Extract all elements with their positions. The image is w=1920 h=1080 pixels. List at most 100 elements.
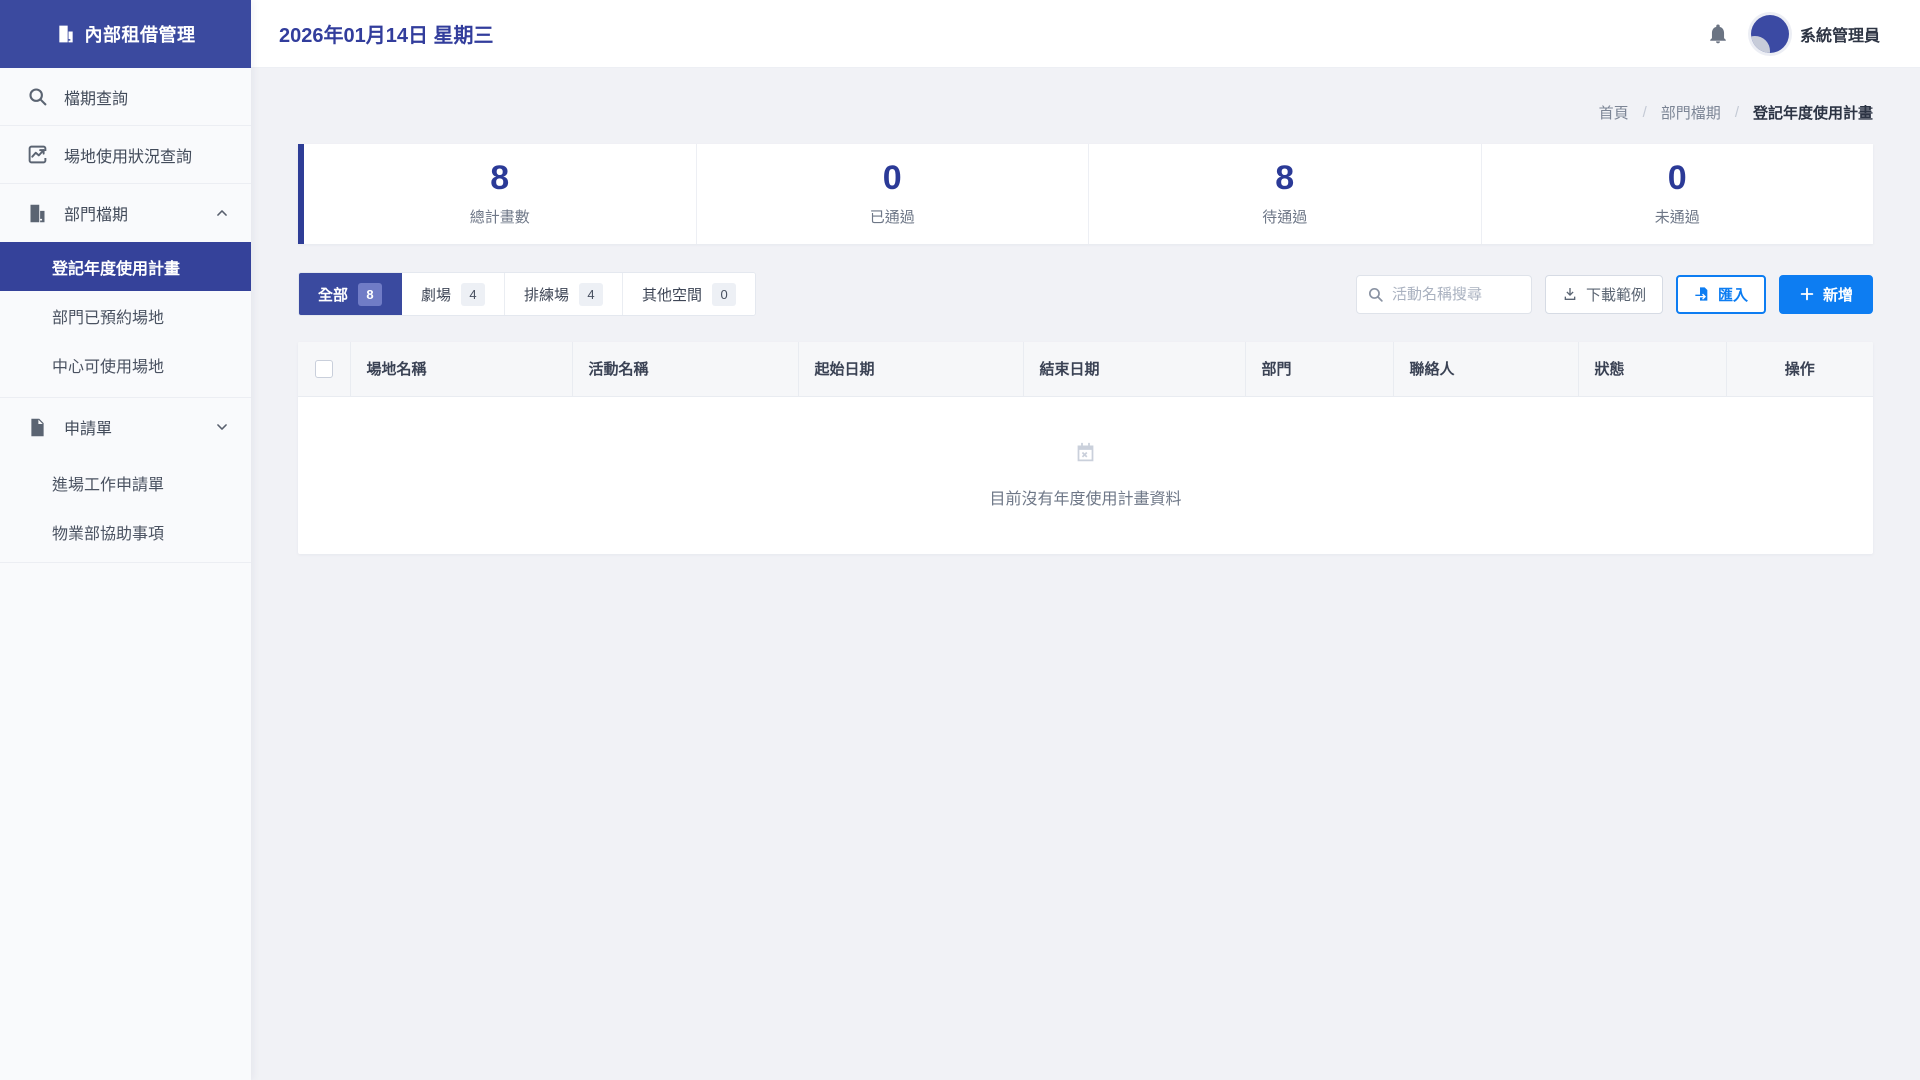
stat-label: 待通過 [1262,206,1307,227]
breadcrumb-department-schedule[interactable]: 部門檔期 [1661,102,1721,123]
sidebar-item-label: 申請單 [64,415,112,439]
avatar [1751,15,1789,53]
search-box [1356,275,1532,314]
tab-count-badge: 0 [712,283,736,306]
sidebar-subitem-label: 部門已預約場地 [52,304,164,328]
tab-label: 全部 [318,284,348,305]
download-icon [1562,286,1578,302]
sidebar-nav: 檔期查詢 場地使用狀況查詢 部門檔期 登記年度使用計畫 部門已預約場地 [0,68,251,563]
tab-label: 排練場 [524,284,569,305]
search-icon [1367,286,1384,303]
stat-value: 8 [490,161,509,195]
table-header-row: 場地名稱 活動名稱 起始日期 結束日期 部門 聯絡人 狀態 操作 [298,342,1873,396]
stat-approved: 0 已通過 [697,144,1090,244]
select-all-checkbox[interactable] [315,360,333,378]
sidebar-item-label: 檔期查詢 [64,85,128,109]
sidebar-subitem-label: 登記年度使用計畫 [52,255,180,279]
toolbar: 下載範例 匯入 新增 [1356,275,1873,314]
document-icon [27,417,48,438]
column-header-actions: 操作 [1726,342,1873,396]
tab-theater[interactable]: 劇場 4 [402,273,505,315]
breadcrumb: 首頁 / 部門檔期 / 登記年度使用計畫 [298,102,1873,123]
plus-icon [1799,286,1815,302]
stat-label: 已通過 [870,206,915,227]
user-menu[interactable]: 系統管理員 [1751,15,1880,53]
add-new-button[interactable]: 新增 [1779,275,1873,314]
category-tabs: 全部 8 劇場 4 排練場 4 其他空間 0 [298,272,756,316]
column-header-status: 狀態 [1578,342,1726,396]
add-new-label: 新增 [1823,284,1853,305]
sidebar-subitem-label: 中心可使用場地 [52,353,164,377]
stat-pending: 8 待通過 [1089,144,1482,244]
tab-rehearsal[interactable]: 排練場 4 [505,273,623,315]
column-header-venue: 場地名稱 [350,342,572,396]
sidebar-item-department-schedule[interactable]: 部門檔期 [0,184,251,242]
calendar-x-icon [1075,442,1096,463]
sidebar-item-schedule-search[interactable]: 檔期查詢 [0,68,251,126]
content-area: 首頁 / 部門檔期 / 登記年度使用計畫 8 總計畫數 0 已通過 8 待通過 … [251,68,1920,1080]
current-date: 2026年01月14日 星期三 [279,19,494,48]
tab-other-space[interactable]: 其他空間 0 [623,273,755,315]
stat-total-plans: 8 總計畫數 [304,144,697,244]
tab-count-badge: 8 [358,283,382,306]
sidebar-item-venue-usage[interactable]: 場地使用狀況查詢 [0,126,251,184]
column-header-activity: 活動名稱 [572,342,798,396]
stats-summary-card: 8 總計畫數 0 已通過 8 待通過 0 未通過 [298,144,1873,244]
controls-row: 全部 8 劇場 4 排練場 4 其他空間 0 [298,272,1873,316]
sidebar-subitem-property-assistance[interactable]: 物業部協助事項 [0,507,251,556]
search-input[interactable] [1392,286,1521,303]
stat-value: 0 [1668,161,1687,195]
empty-state: 目前沒有年度使用計畫資料 [298,442,1873,509]
trend-chart-icon [27,144,48,165]
plans-table-card: 場地名稱 活動名稱 起始日期 結束日期 部門 聯絡人 狀態 操作 [298,342,1873,554]
notification-bell-icon[interactable] [1707,23,1729,45]
empty-state-text: 目前沒有年度使用計畫資料 [989,485,1181,509]
download-sample-label: 下載範例 [1586,284,1646,305]
import-label: 匯入 [1718,284,1748,305]
sidebar-subitem-entry-work-application[interactable]: 進場工作申請單 [0,458,251,507]
app-title: 內部租借管理 [85,21,196,47]
tab-all[interactable]: 全部 8 [299,273,402,315]
breadcrumb-current-page: 登記年度使用計畫 [1753,102,1873,123]
sidebar-item-label: 部門檔期 [64,201,128,225]
topbar: 2026年01月14日 星期三 系統管理員 [251,0,1920,68]
import-button[interactable]: 匯入 [1676,275,1766,314]
stat-not-approved: 0 未通過 [1482,144,1874,244]
department-submenu: 登記年度使用計畫 部門已預約場地 中心可使用場地 [0,242,251,398]
sidebar-subitem-annual-plan[interactable]: 登記年度使用計畫 [0,242,251,291]
stat-label: 未通過 [1655,206,1700,227]
stat-label: 總計畫數 [470,206,530,227]
app-logo-header: 內部租借管理 [0,0,251,68]
sidebar: 內部租借管理 檔期查詢 場地使用狀況查詢 部門檔期 登記年度 [0,0,251,1080]
building-icon [56,24,76,44]
topbar-right: 系統管理員 [1707,15,1880,53]
sidebar-subitem-reserved-venues[interactable]: 部門已預約場地 [0,291,251,340]
chevron-down-icon [215,420,229,434]
download-sample-button[interactable]: 下載範例 [1545,275,1663,314]
breadcrumb-separator: / [1735,104,1739,121]
column-header-department: 部門 [1245,342,1393,396]
user-name: 系統管理員 [1800,22,1880,46]
tab-label: 劇場 [421,284,451,305]
sidebar-subitem-label: 進場工作申請單 [52,471,164,495]
tab-count-badge: 4 [461,283,485,306]
tab-count-badge: 4 [579,283,603,306]
building-icon [27,203,48,224]
file-import-icon [1694,286,1710,302]
breadcrumb-home[interactable]: 首頁 [1599,102,1629,123]
sidebar-item-applications[interactable]: 申請單 [0,398,251,456]
column-header-contact: 聯絡人 [1393,342,1578,396]
column-header-start-date: 起始日期 [798,342,1023,396]
tab-label: 其他空間 [642,284,702,305]
plans-table: 場地名稱 活動名稱 起始日期 結束日期 部門 聯絡人 狀態 操作 [298,342,1873,554]
main-column: 2026年01月14日 星期三 系統管理員 首頁 / 部門檔期 / 登記年度使用… [251,0,1920,1080]
applications-submenu: 進場工作申請單 物業部協助事項 [0,456,251,563]
empty-state-row: 目前沒有年度使用計畫資料 [298,396,1873,554]
chevron-up-icon [215,206,229,220]
breadcrumb-separator: / [1643,104,1647,121]
select-all-cell [298,342,350,396]
search-icon [27,86,48,107]
sidebar-subitem-available-venues[interactable]: 中心可使用場地 [0,340,251,389]
sidebar-item-label: 場地使用狀況查詢 [64,143,192,167]
stat-value: 8 [1275,161,1294,195]
